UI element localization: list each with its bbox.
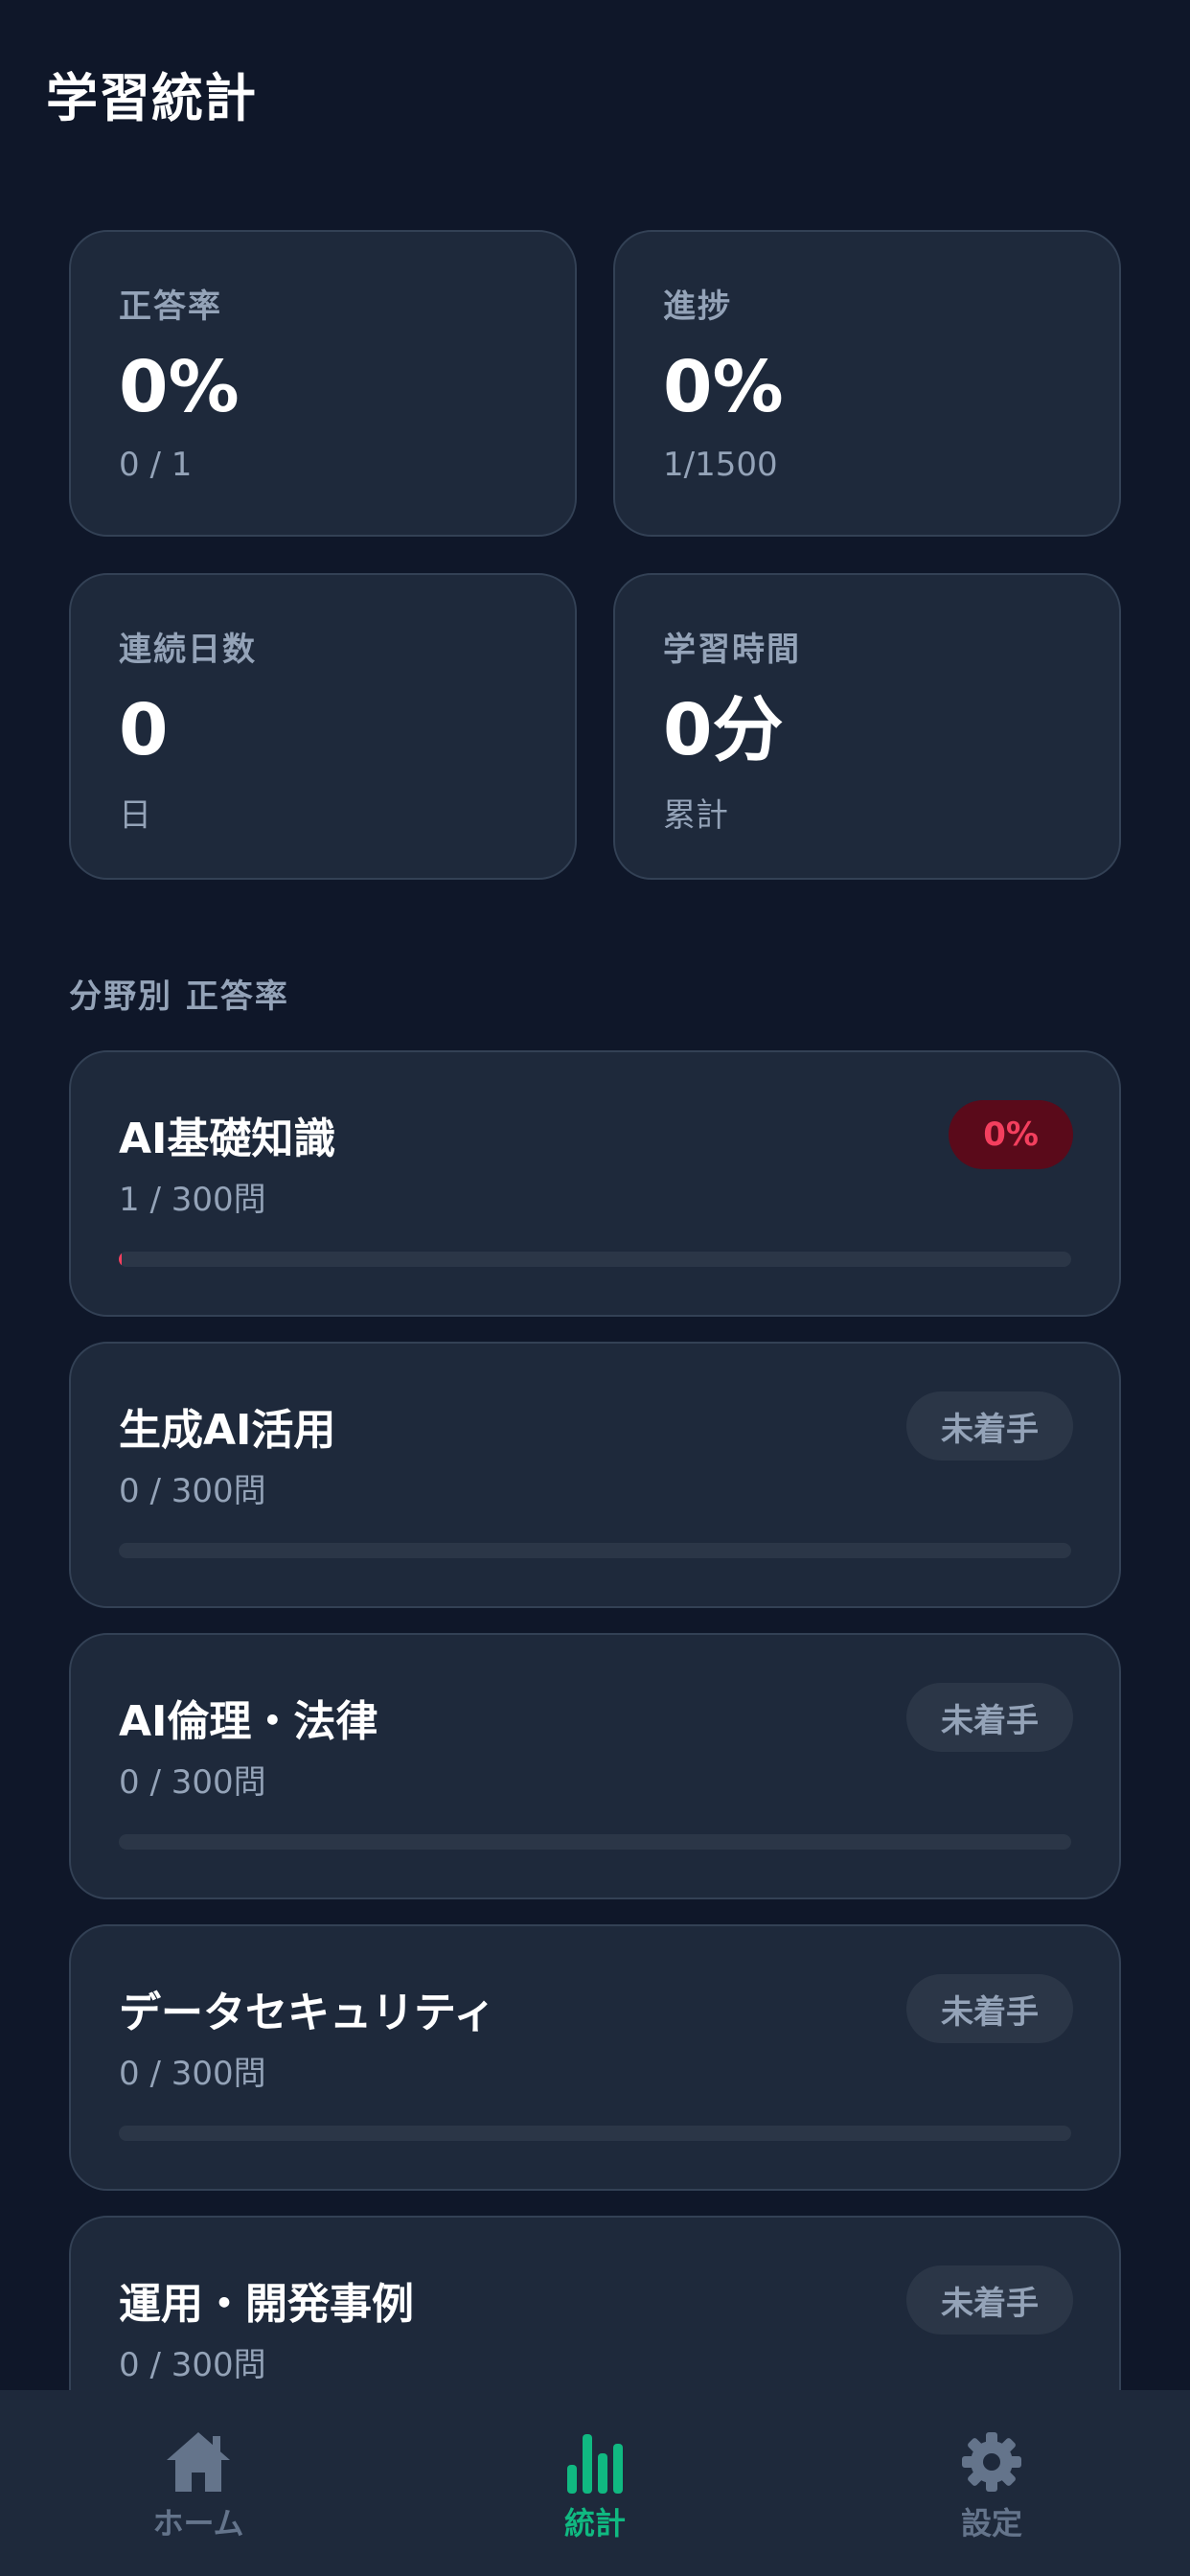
- bar-chart-icon: [567, 2434, 623, 2494]
- subject-name: 運用・開発事例: [119, 2280, 414, 2329]
- subject-count: 1 / 300問: [119, 1181, 266, 1219]
- stat-value: 0: [119, 689, 169, 771]
- subject-name: データセキュリティ: [119, 1989, 496, 2037]
- progress-fill: [119, 1252, 122, 1267]
- tab-label: 統計: [563, 2505, 626, 2542]
- subject-count: 0 / 300問: [119, 2055, 266, 2093]
- stat-label: 連続日数: [119, 631, 257, 669]
- progress-track: [119, 2126, 1071, 2141]
- subject-count: 0 / 300問: [119, 2346, 266, 2384]
- status-badge: 未着手: [906, 1392, 1073, 1460]
- stat-grid: 正答率 0% 0 / 1 進捗 0% 1/1500 連続日数 0 日 学習時間 …: [69, 230, 1121, 880]
- stat-sub: 0 / 1: [119, 446, 193, 484]
- gear-icon: [962, 2432, 1021, 2492]
- stat-value: 0%: [119, 346, 240, 428]
- tab-settings[interactable]: 設定: [848, 2390, 1135, 2576]
- subject-card-ai-basics[interactable]: AI基礎知識 1 / 300問 0%: [69, 1050, 1121, 1317]
- subject-card-ai-ethics-law[interactable]: AI倫理・法律 0 / 300問 未着手: [69, 1633, 1121, 1899]
- tab-home[interactable]: ホーム: [55, 2390, 342, 2576]
- stat-card-accuracy: 正答率 0% 0 / 1: [69, 230, 577, 537]
- stat-value: 0%: [663, 346, 784, 428]
- home-icon: [167, 2432, 230, 2492]
- section-title: 分野別 正答率: [69, 978, 289, 1016]
- subject-card-data-security[interactable]: データセキュリティ 0 / 300問 未着手: [69, 1924, 1121, 2191]
- stat-label: 進捗: [663, 288, 732, 326]
- tab-stats[interactable]: 統計: [451, 2390, 739, 2576]
- progress-track: [119, 1543, 1071, 1558]
- stat-sub: 1/1500: [663, 446, 778, 484]
- stat-label: 学習時間: [663, 631, 801, 669]
- stat-sub: 累計: [663, 796, 728, 835]
- stat-value: 0分: [663, 689, 784, 771]
- stat-card-progress: 進捗 0% 1/1500: [613, 230, 1121, 537]
- tab-label: ホーム: [152, 2505, 244, 2542]
- subject-name: AI基礎知識: [119, 1115, 336, 1163]
- stat-sub: 日: [119, 796, 151, 835]
- subject-name: AI倫理・法律: [119, 1697, 378, 1746]
- subject-name: 生成AI活用: [119, 1406, 336, 1455]
- subject-card-generative-ai[interactable]: 生成AI活用 0 / 300問 未着手: [69, 1342, 1121, 1608]
- status-badge: 未着手: [906, 1974, 1073, 2043]
- subject-count: 0 / 300問: [119, 1763, 266, 1802]
- status-badge: 未着手: [906, 1683, 1073, 1752]
- subject-count: 0 / 300問: [119, 1472, 266, 1510]
- status-badge: 0%: [949, 1100, 1073, 1169]
- subject-list: AI基礎知識 1 / 300問 0% 生成AI活用 0 / 300問 未着手 A…: [69, 1050, 1121, 2507]
- status-badge: 未着手: [906, 2266, 1073, 2334]
- bottom-tab-bar: ホーム 統計 設定: [0, 2390, 1190, 2576]
- page-title: 学習統計: [46, 68, 257, 128]
- progress-track: [119, 1252, 1071, 1267]
- tab-label: 設定: [960, 2505, 1022, 2542]
- progress-track: [119, 1834, 1071, 1850]
- stat-label: 正答率: [119, 288, 222, 326]
- stat-card-streak: 連続日数 0 日: [69, 573, 577, 880]
- stat-card-study-time: 学習時間 0分 累計: [613, 573, 1121, 880]
